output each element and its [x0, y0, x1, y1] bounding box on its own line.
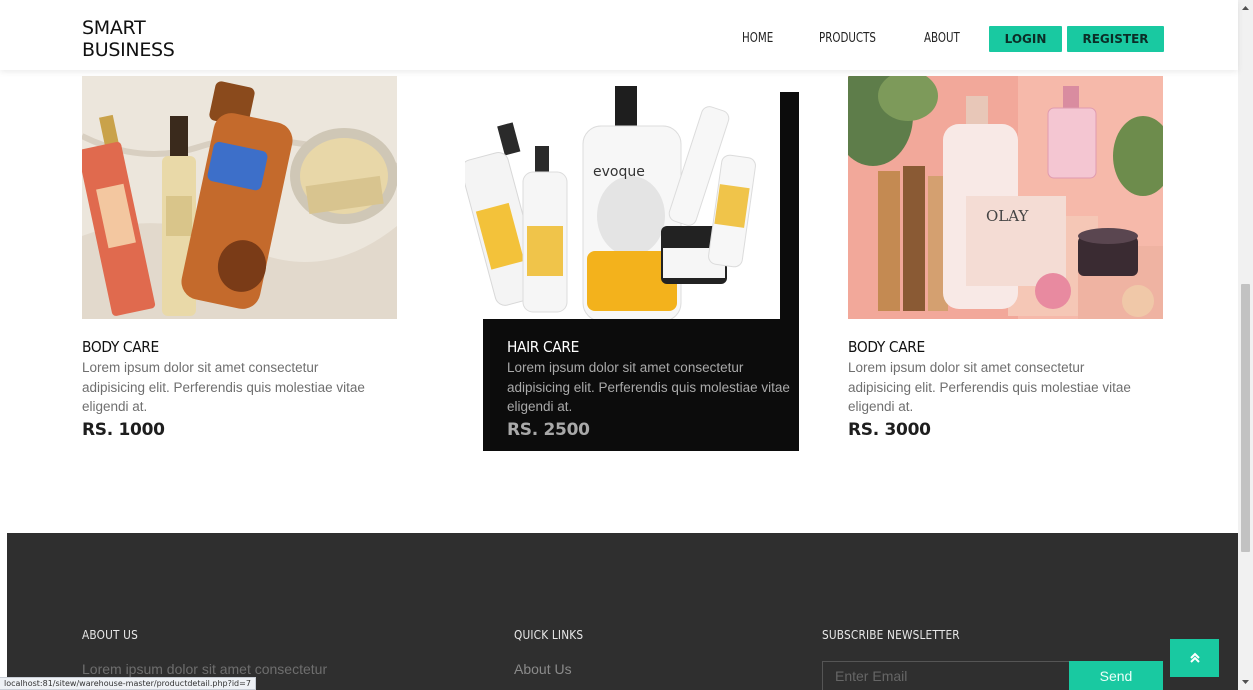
footer-about-column: ABOUT US Lorem ipsum dolor sit amet cons… — [82, 628, 327, 677]
site-header: SMART BUSINESS HOME PRODUCTS ABOUT LOGIN… — [0, 0, 1238, 70]
logo-line-2: BUSINESS — [82, 39, 175, 61]
scroll-up-arrow-icon[interactable] — [1238, 0, 1253, 16]
browser-status-bar: localhost:81/sitew/warehouse-master/prod… — [0, 677, 256, 690]
product-card[interactable]: OLAY BODY CARE Lorem ipsum dolor sit ame… — [848, 76, 1163, 440]
footer-newsletter-column: SUBSCRIBE NEWSLETTER — [822, 628, 979, 642]
scroll-down-arrow-icon[interactable] — [1238, 674, 1253, 690]
footer-links-column: QUICK LINKS About Us — [514, 628, 593, 677]
product-card[interactable]: BODY CARE Lorem ipsum dolor sit amet con… — [82, 76, 397, 440]
product-title[interactable]: BODY CARE — [82, 338, 372, 356]
svg-text:OLAY: OLAY — [986, 207, 1029, 225]
product-price: RS. 2500 — [507, 419, 590, 440]
register-button[interactable]: REGISTER — [1067, 26, 1164, 52]
product-description: Lorem ipsum dolor sit amet consectetur a… — [848, 360, 1131, 414]
product-description: Lorem ipsum dolor sit amet consectetur a… — [507, 360, 790, 414]
main-nav: HOME PRODUCTS ABOUT LOGIN REGISTER — [742, 26, 1164, 52]
product-title[interactable]: BODY CARE — [848, 338, 1138, 356]
product-image[interactable]: evoque — [465, 76, 780, 319]
newsletter-email-input[interactable] — [822, 661, 1069, 690]
newsletter-send-button[interactable]: Send — [1069, 661, 1163, 690]
footer-about-text: Lorem ipsum dolor sit amet consectetur — [82, 661, 328, 677]
page-scrollbar[interactable] — [1238, 0, 1253, 690]
site-footer: ABOUT US Lorem ipsum dolor sit amet cons… — [7, 533, 1238, 690]
nav-products[interactable]: PRODUCTS — [819, 26, 876, 52]
site-logo[interactable]: SMART BUSINESS — [82, 17, 175, 61]
newsletter-form: Send — [822, 661, 1163, 690]
nav-about[interactable]: ABOUT — [924, 26, 960, 52]
product-image[interactable]: OLAY — [848, 76, 1163, 319]
nav-home[interactable]: HOME — [742, 26, 773, 52]
product-description: Lorem ipsum dolor sit amet consectetur a… — [82, 360, 365, 414]
product-price: RS. 1000 — [82, 419, 165, 440]
product-title[interactable]: HAIR CARE — [507, 338, 758, 356]
footer-link-about-us[interactable]: About Us — [514, 661, 593, 677]
footer-about-heading: ABOUT US — [82, 628, 138, 642]
product-image[interactable] — [82, 76, 397, 319]
login-button[interactable]: LOGIN — [989, 26, 1062, 52]
product-price: RS. 3000 — [848, 419, 931, 440]
scrollbar-thumb[interactable] — [1241, 284, 1250, 552]
product-card[interactable]: evoque HAIR CARE Lorem ipsum dolor sit a… — [465, 76, 790, 440]
scroll-to-top-button[interactable] — [1170, 639, 1219, 677]
footer-newsletter-heading: SUBSCRIBE NEWSLETTER — [822, 628, 960, 642]
double-chevron-up-icon — [1189, 652, 1200, 663]
svg-text:evoque: evoque — [593, 164, 645, 180]
footer-links-heading: QUICK LINKS — [514, 628, 584, 642]
logo-line-1: SMART — [82, 17, 146, 39]
